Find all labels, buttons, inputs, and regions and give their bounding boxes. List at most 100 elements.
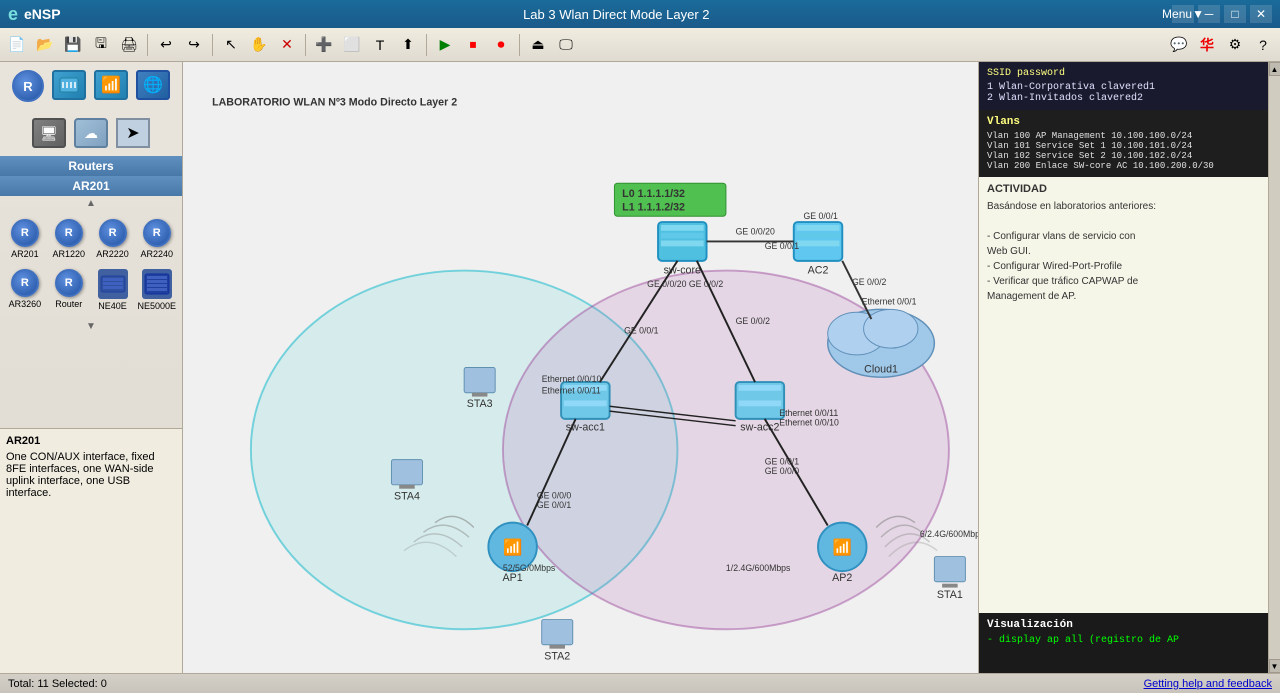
- chat-btn[interactable]: 💬: [1166, 32, 1192, 58]
- ne5000e-icon: [142, 269, 172, 299]
- menu-button[interactable]: Menu▼: [1172, 5, 1194, 23]
- left-panel: R 📶 🌐 🖥 ☁ ➤: [0, 62, 183, 673]
- viz-text: - display ap all (registro de AP: [987, 635, 1260, 646]
- open-btn[interactable]: 📂: [32, 32, 58, 58]
- device-scroll[interactable]: ▲ R AR201 R AR1220 R AR2220: [0, 196, 182, 428]
- device-ar2220[interactable]: R AR2220: [92, 215, 134, 263]
- close-button[interactable]: ✕: [1250, 5, 1272, 23]
- scroll-up[interactable]: ▲: [0, 196, 182, 211]
- rect-btn[interactable]: ⬜: [339, 32, 365, 58]
- app-logo: e: [8, 4, 18, 25]
- svg-text:AP1: AP1: [503, 572, 523, 584]
- svg-text:STA4: STA4: [394, 490, 420, 502]
- redo-btn[interactable]: ↪: [181, 32, 207, 58]
- add-link-btn[interactable]: ➕: [311, 32, 337, 58]
- viz-title: Visualización: [987, 619, 1260, 631]
- text-btn[interactable]: T: [367, 32, 393, 58]
- svg-text:Ethernet 0/0/11: Ethernet 0/0/11: [542, 386, 601, 396]
- category-row: R 📶 🌐: [0, 62, 182, 110]
- device-ne40e[interactable]: NE40E: [92, 265, 134, 315]
- toolbar-right: 💬 华 ⚙ ?: [1166, 32, 1276, 58]
- new-btn[interactable]: 📄: [4, 32, 30, 58]
- actividad-section: ACTIVIDAD Basándose en laboratorios ante…: [979, 177, 1268, 613]
- help-link[interactable]: Getting help and feedback: [1144, 678, 1272, 690]
- device-ar1220[interactable]: R AR1220: [48, 215, 90, 263]
- device-ne5000e[interactable]: NE5000E: [135, 265, 178, 315]
- ar201-icon: R: [11, 219, 39, 247]
- vlans-section: Vlans Vlan 100 AP Management 10.100.100.…: [979, 110, 1268, 177]
- save-btn[interactable]: 💾: [60, 32, 86, 58]
- right-scrollbar: ▲ ▼: [1268, 62, 1280, 673]
- svg-text:1/2.4G/600Mbps: 1/2.4G/600Mbps: [726, 563, 791, 573]
- network-diagram: L0 1.1.1.1/32 L1 1.1.1.2/32 sw-core GE 0…: [183, 62, 978, 673]
- device-router[interactable]: R Router: [48, 265, 90, 315]
- scroll-down[interactable]: ▼: [0, 319, 182, 334]
- actividad-title: ACTIVIDAD: [987, 183, 1260, 195]
- category-globe[interactable]: 🌐: [134, 66, 172, 106]
- svg-text:Ethernet 0/0/11: Ethernet 0/0/11: [779, 408, 838, 418]
- device-ar201[interactable]: R AR201: [4, 215, 46, 263]
- minimize-button[interactable]: ─: [1198, 5, 1220, 23]
- scroll-bottom-btn[interactable]: ▼: [1269, 659, 1280, 673]
- ssid-row2: 2 Wlan-Invitados clavered2: [987, 93, 1260, 104]
- ar2220-label: AR2220: [96, 249, 129, 259]
- svg-text:sw-acc2: sw-acc2: [740, 422, 779, 434]
- svg-text:GE 0/0/1: GE 0/0/1: [765, 456, 800, 466]
- select-btn[interactable]: ↖: [218, 32, 244, 58]
- device-ar2240[interactable]: R AR2240: [135, 215, 178, 263]
- export-btn[interactable]: ⏏: [525, 32, 551, 58]
- ar3260-label: AR3260: [9, 299, 42, 309]
- svg-text:Ethernet 0/0/10: Ethernet 0/0/10: [779, 418, 839, 428]
- huawei-btn[interactable]: 华: [1194, 32, 1220, 58]
- play-btn[interactable]: ▶: [432, 32, 458, 58]
- help-btn[interactable]: ?: [1250, 32, 1276, 58]
- status-total: Total: 11 Selected: 0: [8, 678, 107, 690]
- save-as-btn[interactable]: 🖫: [88, 32, 114, 58]
- print-btn[interactable]: 🖨: [116, 32, 142, 58]
- fullscreen-btn[interactable]: 🖵: [553, 32, 579, 58]
- app-name: eNSP: [24, 6, 61, 22]
- svg-text:GE 0/0/1: GE 0/0/1: [803, 211, 838, 221]
- svg-text:6/2.4G/600Mbps: 6/2.4G/600Mbps: [920, 529, 978, 539]
- router-icon: R: [55, 269, 83, 297]
- svg-text:Cloud1: Cloud1: [864, 363, 898, 375]
- vlans-title: Vlans: [987, 116, 1260, 128]
- visualizacion-section: Visualización - display ap all (registro…: [979, 613, 1268, 673]
- category-wireless[interactable]: 📶: [92, 66, 130, 106]
- scroll-top-btn[interactable]: ▲: [1269, 62, 1280, 76]
- device-grid-1: R AR201 R AR1220 R AR2220 R: [0, 211, 182, 319]
- sep2: [212, 34, 213, 56]
- hand-btn[interactable]: ✋: [246, 32, 272, 58]
- window-title: Lab 3 Wlan Direct Mode Layer 2: [523, 7, 709, 22]
- ne40e-icon: [98, 269, 128, 299]
- svg-text:STA1: STA1: [937, 589, 963, 601]
- svg-text:L0 1.1.1.1/32: L0 1.1.1.1/32: [622, 188, 685, 200]
- sep1: [147, 34, 148, 56]
- title-bar: e eNSP Lab 3 Wlan Direct Mode Layer 2 Me…: [0, 0, 1280, 28]
- svg-text:52/5G/0Mbps: 52/5G/0Mbps: [503, 563, 556, 573]
- stop-btn[interactable]: ⏹: [460, 32, 486, 58]
- category-cloud[interactable]: ☁: [72, 114, 110, 152]
- info-box: AR201 One CON/AUX interface, fixed 8FE i…: [0, 428, 182, 673]
- canvas-area[interactable]: L0 1.1.1.1/32 L1 1.1.1.2/32 sw-core GE 0…: [183, 62, 978, 673]
- record-btn[interactable]: ⏺: [488, 32, 514, 58]
- category-router[interactable]: R: [10, 66, 46, 106]
- vlan-row2: Vlan 101 Service Set 1 10.100.101.0/24: [987, 141, 1260, 151]
- svg-text:STA2: STA2: [544, 650, 570, 662]
- info-text: One CON/AUX interface, fixed 8FE interfa…: [6, 451, 176, 499]
- svg-text:GE 0/0/1: GE 0/0/1: [537, 500, 572, 510]
- restore-button[interactable]: □: [1224, 5, 1246, 23]
- import-btn[interactable]: ⬆: [395, 32, 421, 58]
- ar2240-label: AR2240: [140, 249, 173, 259]
- device-ar3260[interactable]: R AR3260: [4, 265, 46, 315]
- info-title: AR201: [6, 435, 176, 447]
- right-panel: SSID password 1 Wlan-Corporativa clavere…: [978, 62, 1268, 673]
- settings-btn[interactable]: ⚙: [1222, 32, 1248, 58]
- svg-text:📶: 📶: [503, 538, 522, 557]
- category-arrow[interactable]: ➤: [114, 114, 152, 152]
- undo-btn[interactable]: ↩: [153, 32, 179, 58]
- svg-text:AC2: AC2: [808, 264, 829, 276]
- category-pc[interactable]: 🖥: [30, 114, 68, 152]
- category-switch[interactable]: [50, 66, 88, 106]
- delete-btn[interactable]: ✕: [274, 32, 300, 58]
